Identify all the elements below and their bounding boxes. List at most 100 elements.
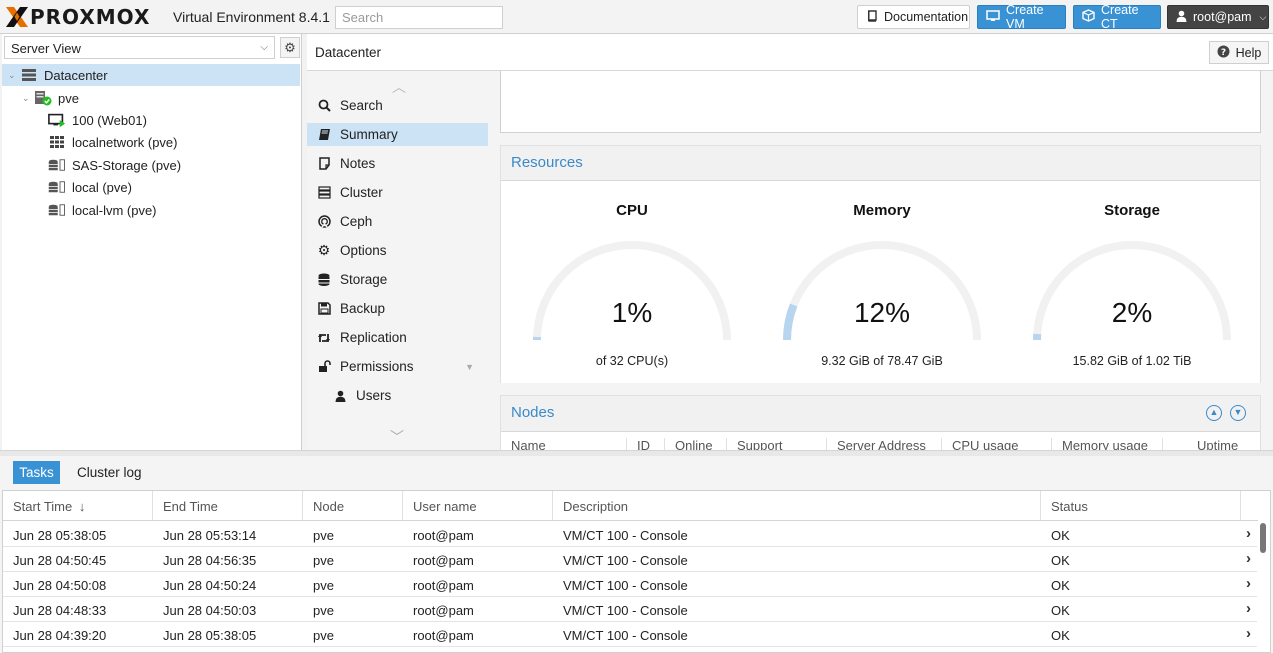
nodes-col-cpu-usage[interactable]: CPU usage — [942, 438, 1052, 450]
collapse-icon[interactable]: ⌄ — [8, 70, 20, 81]
tree-item-label: local-lvm (pve) — [72, 202, 157, 218]
sort-down-icon: ↓ — [78, 499, 86, 514]
expand-down-icon[interactable]: ▼ — [1230, 405, 1246, 421]
task-status: OK — [1051, 578, 1070, 593]
task-user-name: root@pam — [413, 528, 474, 543]
tree-item-local[interactable]: local (pve) — [48, 176, 132, 198]
proxmox-logo[interactable]: PROXMOX — [5, 5, 151, 29]
cube-icon — [1082, 9, 1095, 25]
gauge-value: 12% — [853, 297, 911, 328]
expand-arrow-icon[interactable]: ▼ — [465, 362, 474, 372]
documentation-button[interactable]: Documentation — [857, 5, 970, 29]
tree-item-label: localnetwork (pve) — [72, 134, 178, 150]
menu-item-backup[interactable]: Backup — [307, 297, 488, 320]
nodes-col-id[interactable]: ID — [627, 438, 665, 450]
tree-item-pve[interactable]: ⌄ pve — [22, 87, 79, 109]
tasks-grid: Start Time ↓ End Time Node User name Des… — [2, 490, 1271, 653]
menu-item-cluster[interactable]: Cluster — [307, 181, 488, 204]
chevron-right-icon[interactable]: › — [1246, 625, 1251, 642]
menu-item-ceph[interactable]: Ceph — [307, 210, 488, 233]
tree-item-local-lvm[interactable]: local-lvm (pve) — [48, 199, 157, 221]
user-menu-button[interactable]: root@pam ⌵ — [1167, 5, 1269, 29]
tasks-col-node[interactable]: Node — [303, 491, 403, 521]
menu-item-replication[interactable]: Replication — [307, 326, 488, 349]
menu-item-options[interactable]: ⚙ Options — [307, 239, 488, 262]
task-node: pve — [313, 528, 334, 543]
menu-item-label: Storage — [340, 272, 388, 287]
menu-item-summary[interactable]: Summary — [307, 123, 488, 146]
resource-tree-panel: Server View ⌵ ⚙ ⌄ Datacenter ⌄ pve 100 (… — [2, 34, 302, 450]
tree-item-label: 100 (Web01) — [72, 112, 147, 128]
tree-item-vm-100[interactable]: 100 (Web01) — [48, 109, 147, 131]
tab-tasks[interactable]: Tasks — [13, 461, 60, 484]
tree-item-sas-storage[interactable]: SAS-Storage (pve) — [48, 154, 181, 176]
task-status: OK — [1051, 553, 1070, 568]
task-description: VM/CT 100 - Console — [563, 528, 688, 543]
tasks-col-description[interactable]: Description — [553, 491, 1041, 521]
user-label: root@pam — [1193, 10, 1252, 24]
menu-item-label: Options — [340, 243, 387, 258]
nodes-col-name[interactable]: Name — [501, 438, 627, 450]
chevron-right-icon[interactable]: › — [1246, 575, 1251, 592]
nodes-col-memory-usage[interactable]: Memory usage — [1052, 438, 1163, 450]
chevron-right-icon[interactable]: › — [1246, 525, 1251, 542]
scroll-down-icon[interactable]: ﹀ — [390, 427, 404, 447]
task-node: pve — [313, 628, 334, 643]
tasks-scrollbar[interactable] — [1260, 523, 1266, 553]
chevron-right-icon[interactable]: › — [1246, 600, 1251, 617]
logo-wordmark: PROXMOX — [30, 5, 151, 29]
tasks-col-status[interactable]: Status — [1041, 491, 1241, 521]
create-ct-button[interactable]: Create CT — [1073, 3, 1161, 31]
tasks-col-start-time[interactable]: Start Time ↓ — [3, 491, 153, 521]
network-grid-icon — [48, 134, 66, 150]
page-title: Datacenter — [315, 45, 382, 60]
nodes-col-online[interactable]: Online — [665, 438, 727, 450]
memory-gauge: Memory 12% 9.32 GiB of 78.47 GiB — [757, 181, 1007, 381]
view-select[interactable]: Server View ⌵ — [4, 36, 275, 59]
tasks-col-user-name[interactable]: User name — [403, 491, 553, 521]
user-icon — [333, 389, 347, 403]
collapse-up-icon[interactable]: ▲ — [1206, 405, 1222, 421]
collapse-icon[interactable]: ⌄ — [22, 93, 34, 104]
menu-item-label: Summary — [340, 127, 398, 142]
vm-running-icon — [48, 112, 66, 128]
tree-item-datacenter[interactable]: ⌄ Datacenter — [2, 64, 300, 86]
menu-item-search[interactable]: Search — [307, 94, 488, 117]
table-row[interactable]: Jun 28 04:39:20 Jun 28 05:38:05 pve root@pa… — [3, 622, 1257, 647]
chevron-down-icon: ⌵ — [260, 42, 268, 53]
help-button[interactable]: ? Help — [1209, 41, 1269, 64]
gauge-title: Memory — [853, 202, 911, 219]
retweet-icon — [317, 331, 331, 345]
table-row[interactable]: Jun 28 04:50:45 Jun 28 04:56:35 pve root@pa… — [3, 547, 1257, 572]
tree-item-localnetwork[interactable]: localnetwork (pve) — [48, 131, 178, 153]
menu-item-storage[interactable]: Storage — [307, 268, 488, 291]
menu-item-permissions[interactable]: Permissions ▼ — [307, 355, 488, 378]
book-icon — [866, 9, 878, 25]
user-icon — [1176, 10, 1187, 25]
question-circle-icon: ? — [1217, 45, 1230, 61]
nodes-col-uptime[interactable]: Uptime — [1163, 438, 1260, 450]
menu-item-label: Cluster — [340, 185, 383, 200]
health-panel-bottom — [500, 71, 1261, 133]
tasks-col-end-time[interactable]: End Time — [153, 491, 303, 521]
create-vm-button[interactable]: Create VM — [977, 3, 1066, 31]
search-input[interactable] — [335, 6, 503, 29]
gauge-detail: of 32 CPU(s) — [595, 354, 669, 368]
chevron-right-icon[interactable]: › — [1246, 550, 1251, 567]
gear-icon[interactable]: ⚙ — [280, 37, 300, 58]
tree-item-label: pve — [58, 90, 79, 106]
tab-cluster-log[interactable]: Cluster log — [77, 465, 142, 480]
nodes-panel: Nodes ▲ ▼ Name ID Online Support Server … — [500, 395, 1261, 450]
table-row[interactable]: Jun 28 04:48:33 Jun 28 04:50:03 pve root@pa… — [3, 597, 1257, 622]
task-user-name: root@pam — [413, 578, 474, 593]
content-header: Datacenter ? Help — [307, 34, 1273, 71]
server-icon — [20, 67, 38, 83]
menu-item-notes[interactable]: Notes — [307, 152, 488, 175]
table-row[interactable]: Jun 28 04:50:08 Jun 28 04:50:24 pve root@pa… — [3, 572, 1257, 597]
nodes-col-server-address[interactable]: Server Address — [827, 438, 942, 450]
table-row[interactable]: Jun 28 05:38:05 Jun 28 05:53:14 pve root@pa… — [3, 522, 1257, 547]
tree-item-label: local (pve) — [72, 179, 132, 195]
column-label: Start Time — [13, 499, 73, 514]
menu-item-users[interactable]: Users — [307, 384, 488, 407]
nodes-col-support[interactable]: Support — [727, 438, 827, 450]
